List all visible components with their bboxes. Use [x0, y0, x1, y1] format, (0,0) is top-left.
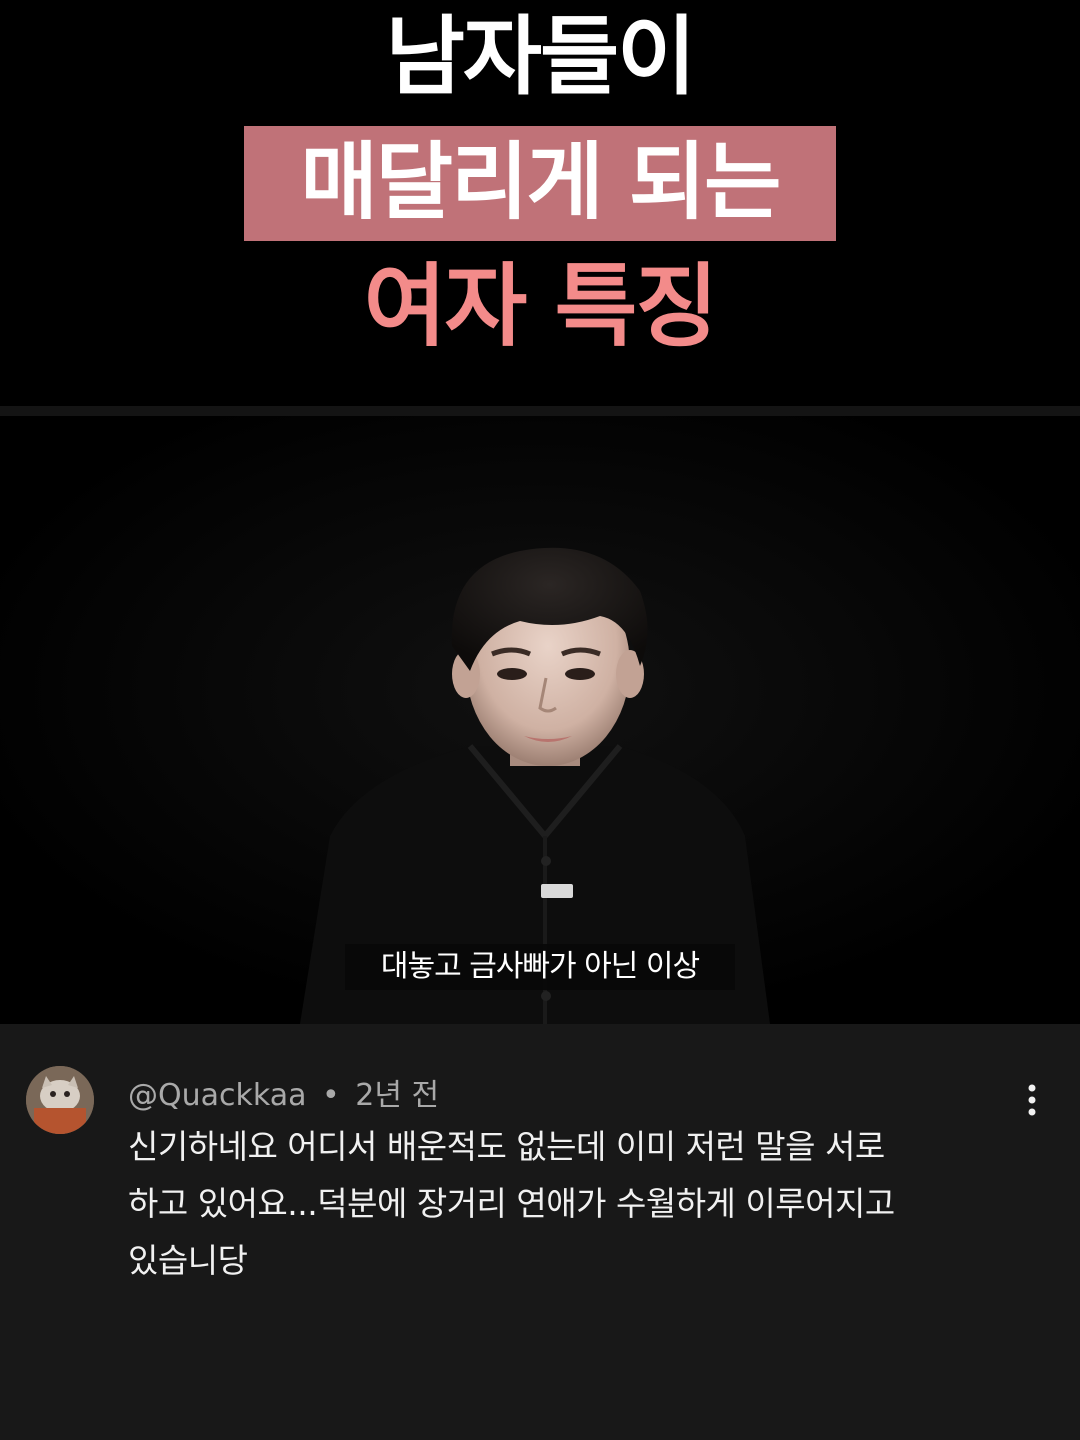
more-vertical-icon[interactable] [1012, 1078, 1052, 1122]
comment-author[interactable]: @Quackkaa [128, 1078, 307, 1113]
comment-body: 신기하네요 어디서 배운적도 없는데 이미 저런 말을 서로 하고 있어요...… [128, 1118, 1028, 1289]
title-line-2: 매달리게 되는 [300, 133, 782, 231]
video-player[interactable]: 대놓고 금사빠가 아닌 이상 [0, 416, 1080, 1024]
title-line-1: 남자들이 [385, 7, 696, 107]
meta-separator: • [322, 1078, 340, 1113]
cat-avatar-icon[interactable] [26, 1066, 94, 1134]
presenter-image [0, 416, 1080, 1024]
comment-line: 신기하네요 어디서 배운적도 없는데 이미 저런 말을 서로 [128, 1127, 885, 1166]
video-subtitle: 대놓고 금사빠가 아닌 이상 [380, 949, 700, 984]
title-banner: 남자들이 매달리게 되는 여자 특징 [0, 0, 1080, 406]
comment-line: 있습니당 [128, 1241, 248, 1280]
title-line-3: 여자 특징 [363, 254, 719, 359]
comment-time: 2년 전 [355, 1078, 440, 1113]
comment-line: 하고 있어요...덕분에 장거리 연애가 수월하게 이루어지고 [128, 1184, 895, 1223]
comment-card: @Quackkaa • 2년 전 신기하네요 어디서 배운적도 없는데 이미 저… [0, 1024, 1080, 1440]
comment-meta: @Quackkaa • 2년 전 [128, 1070, 439, 1114]
divider [0, 406, 1080, 416]
